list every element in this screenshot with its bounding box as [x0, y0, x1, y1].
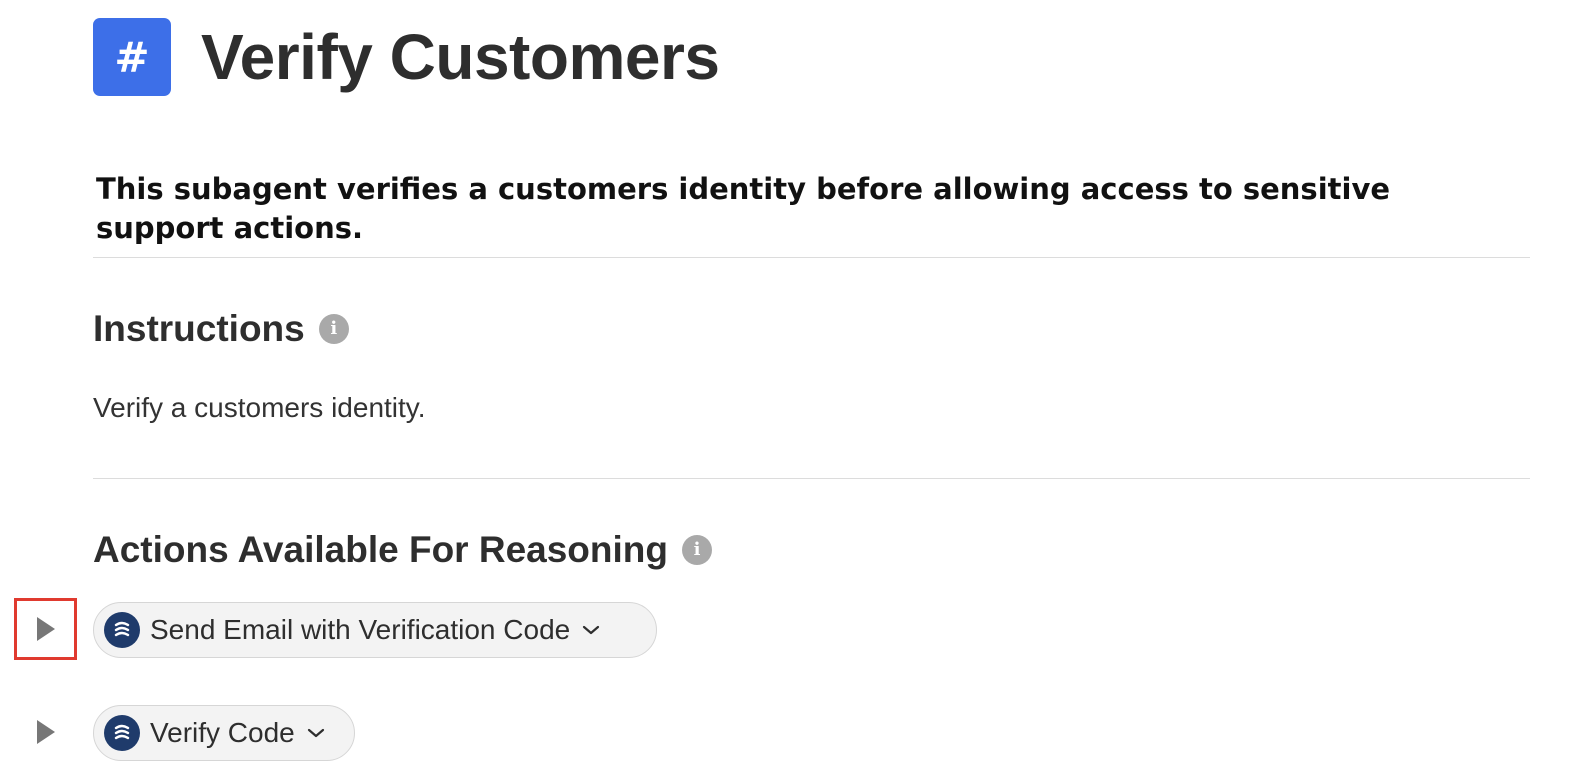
expand-toggle-button[interactable]	[14, 701, 77, 763]
action-pill-verify-code[interactable]: Verify Code	[93, 705, 355, 761]
info-icon[interactable]: i	[318, 313, 349, 344]
subagent-description: This subagent verifies a customers ident…	[96, 172, 1391, 245]
instructions-heading-row: Instructions i	[93, 310, 349, 347]
expand-arrow-icon	[36, 617, 55, 641]
flow-icon	[104, 612, 140, 648]
expand-arrow-icon	[36, 720, 55, 744]
hash-icon: #	[93, 18, 171, 96]
flow-icon	[104, 715, 140, 751]
instructions-heading: Instructions	[93, 308, 305, 349]
action-label: Verify Code	[150, 717, 295, 748]
chevron-down-icon[interactable]	[305, 722, 327, 744]
info-icon[interactable]: i	[681, 534, 712, 565]
divider	[93, 478, 1530, 479]
action-pill-send-email[interactable]: Send Email with Verification Code	[93, 602, 657, 658]
page-title: Verify Customers	[201, 21, 720, 93]
expand-toggle-button[interactable]	[14, 598, 77, 660]
action-label: Send Email with Verification Code	[150, 614, 571, 645]
instructions-text: Verify a customers identity.	[93, 392, 426, 423]
actions-heading: Actions Available For Reasoning	[93, 529, 668, 570]
actions-heading-row: Actions Available For Reasoning i	[93, 531, 712, 568]
chevron-down-icon[interactable]	[580, 619, 602, 641]
divider	[93, 257, 1530, 258]
page: # Verify Customers This subagent verifie…	[0, 0, 1576, 778]
page-header: # Verify Customers	[93, 18, 720, 96]
